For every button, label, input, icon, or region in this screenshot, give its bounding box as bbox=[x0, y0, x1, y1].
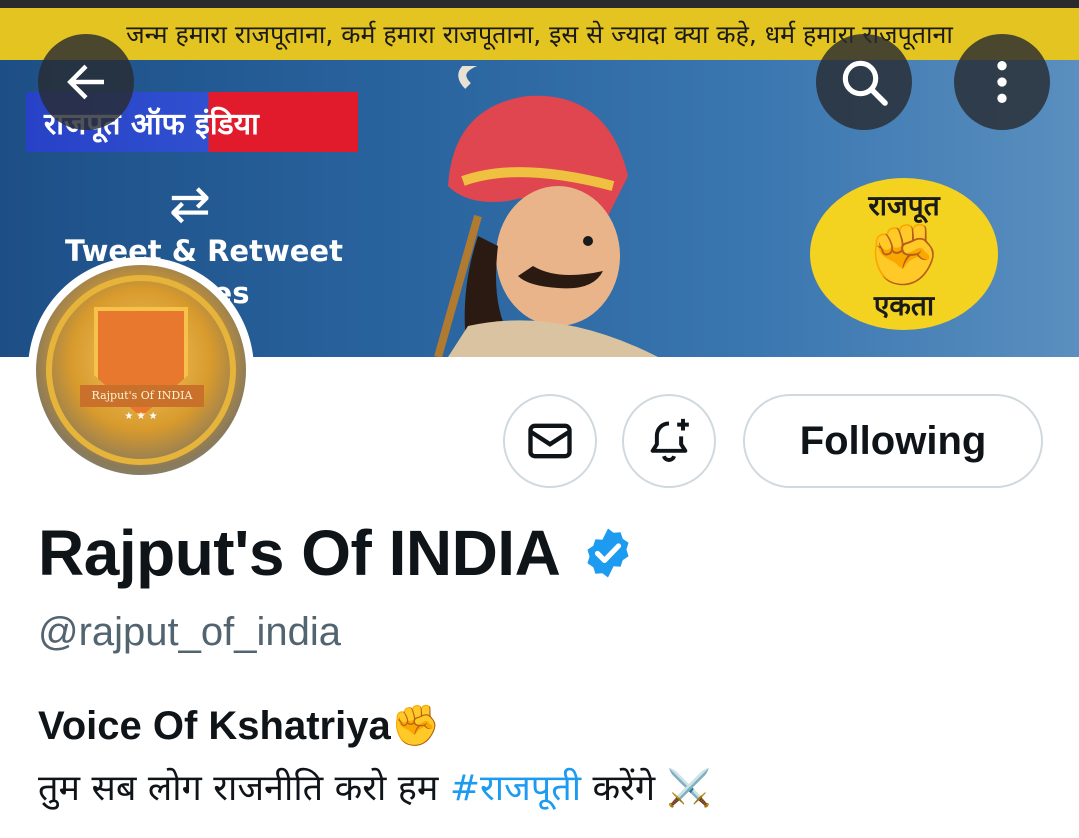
more-options-button[interactable] bbox=[954, 34, 1050, 130]
avatar-stars: ★ ★ ★ bbox=[124, 411, 158, 422]
warrior-portrait-image bbox=[434, 66, 658, 357]
bio-suffix: करेंगे ⚔️ bbox=[581, 768, 712, 809]
bio-hashtag-link[interactable]: #राजपूती bbox=[450, 768, 581, 809]
search-icon bbox=[842, 60, 888, 106]
profile-avatar[interactable]: Rajput's Of INDIA ★ ★ ★ bbox=[28, 257, 254, 483]
rajput-ekta-badge: राजपूत ✊ एकता bbox=[810, 178, 998, 330]
retweet-icon: ⇄ bbox=[169, 175, 211, 233]
badge-bottom-text: एकता bbox=[873, 289, 935, 322]
bell-plus-icon bbox=[650, 418, 689, 462]
more-vertical-icon bbox=[997, 61, 1007, 103]
avatar-image: Rajput's Of INDIA ★ ★ ★ bbox=[36, 265, 246, 475]
bio-text: तुम सब लोग राजनीति करो हम #राजपूती करेंग… bbox=[38, 762, 711, 811]
bio-prefix: तुम सब लोग राजनीति करो हम bbox=[38, 768, 450, 809]
notifications-button[interactable] bbox=[622, 394, 716, 488]
badge-top-text: राजपूत bbox=[868, 189, 940, 222]
banner-top-edge bbox=[0, 0, 1079, 8]
display-name: Rajput's Of INDIA bbox=[38, 517, 561, 589]
profile-handle: @rajput_of_india bbox=[38, 610, 342, 654]
avatar-label: Rajput's Of INDIA bbox=[80, 385, 204, 407]
envelope-icon bbox=[528, 423, 572, 459]
back-button[interactable] bbox=[38, 34, 134, 130]
verified-badge-icon[interactable] bbox=[580, 525, 636, 581]
following-button[interactable]: Following bbox=[743, 394, 1043, 488]
search-button[interactable] bbox=[816, 34, 912, 130]
raised-fist-icon: ✊ bbox=[866, 220, 942, 290]
arrow-left-icon bbox=[67, 64, 104, 100]
message-button[interactable] bbox=[503, 394, 597, 488]
name-row: Rajput's Of INDIA bbox=[38, 516, 636, 590]
bio-title: Voice Of Kshatriya✊ bbox=[38, 704, 441, 748]
banner-ticker-text: जन्म हमारा राजपूताना, कर्म हमारा राजपूता… bbox=[0, 8, 1079, 60]
